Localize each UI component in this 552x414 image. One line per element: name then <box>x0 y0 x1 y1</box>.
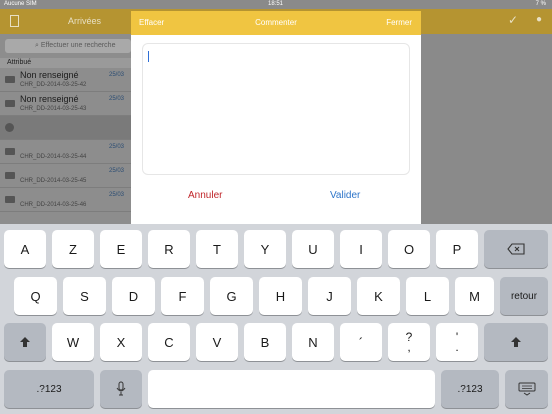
shift-arrow-icon <box>511 337 521 347</box>
comment-textarea[interactable] <box>142 43 410 175</box>
app-title: Arrivées <box>68 16 102 26</box>
vehicle-icon <box>5 172 15 179</box>
key-x[interactable]: X <box>100 323 142 361</box>
numbers-key[interactable]: .?123 <box>4 370 94 408</box>
key-v[interactable]: V <box>196 323 238 361</box>
status-bar: Aucune SIM 18:51 7 % <box>0 0 552 9</box>
key-w[interactable]: W <box>52 323 94 361</box>
key-h[interactable]: H <box>259 277 302 315</box>
list-item-subtitle: CHR_DD-2014-03-25-43 <box>20 106 87 112</box>
key-s[interactable]: S <box>63 277 106 315</box>
list-item-subtitle: CHR_DD-2014-03-25-45 <box>20 178 87 184</box>
arrivals-list: ⌕ Effectuer une recherche Attribué Non r… <box>0 34 135 234</box>
key-apostrophe-period[interactable]: ' . <box>436 323 478 361</box>
backspace-icon <box>507 243 525 255</box>
document-icon[interactable] <box>10 15 19 27</box>
key-m[interactable]: M <box>455 277 494 315</box>
comment-dialog: Effacer Commenter Fermer Annuler Valider <box>131 11 421 225</box>
key-q[interactable]: Q <box>14 277 57 315</box>
shift-key-right[interactable] <box>484 323 548 361</box>
clock: 18:51 <box>268 1 284 7</box>
key-a[interactable]: A <box>4 230 46 268</box>
key-acute-accent[interactable]: ´ <box>340 323 382 361</box>
key-z[interactable]: Z <box>52 230 94 268</box>
backspace-key[interactable] <box>484 230 548 268</box>
list-item-date: 25/03 <box>109 72 125 78</box>
key-e[interactable]: E <box>100 230 142 268</box>
list-item[interactable]: CHR_DD-2014-03-25-44 25/03 <box>0 140 135 164</box>
key-period: . <box>455 340 459 354</box>
key-p[interactable]: P <box>436 230 478 268</box>
key-j[interactable]: J <box>308 277 351 315</box>
battery-level: 7 % <box>535 1 546 7</box>
dictation-key[interactable] <box>100 370 142 408</box>
dialog-title: Commenter <box>255 18 297 27</box>
list-item-title: Non renseigné <box>20 94 79 104</box>
search-placeholder: Effectuer une recherche <box>40 42 116 49</box>
list-item-date: 25/03 <box>109 96 125 102</box>
list-item-subtitle: CHR_DD-2014-03-25-44 <box>20 154 87 160</box>
validate-button[interactable]: Valider <box>330 190 360 201</box>
return-key[interactable]: retour <box>500 277 548 315</box>
key-t[interactable]: T <box>196 230 238 268</box>
chat-bubble-icon[interactable]: ● <box>536 14 542 25</box>
key-r[interactable]: R <box>148 230 190 268</box>
on-screen-keyboard: A Z E R T Y U I O P Q S D F G H J K L M … <box>0 224 552 414</box>
shift-key[interactable] <box>4 323 46 361</box>
key-y[interactable]: Y <box>244 230 286 268</box>
list-item[interactable]: CHR_DD-2014-03-25-45 25/03 <box>0 164 135 188</box>
key-k[interactable]: K <box>357 277 400 315</box>
key-c[interactable]: C <box>148 323 190 361</box>
list-item[interactable]: CHR_DD-2014-03-25-46 25/03 <box>0 188 135 212</box>
hide-keyboard-key[interactable] <box>505 370 548 408</box>
key-question-comma[interactable]: ? , <box>388 323 430 361</box>
vehicle-icon <box>5 148 15 155</box>
list-item-title: Non renseigné <box>20 70 79 80</box>
list-item-date: 25/03 <box>109 168 125 174</box>
key-comma: , <box>407 340 411 354</box>
key-d[interactable]: D <box>112 277 155 315</box>
list-item-date: 25/03 <box>109 192 125 198</box>
search-input[interactable]: ⌕ Effectuer une recherche <box>5 39 131 53</box>
key-g[interactable]: G <box>210 277 253 315</box>
key-i[interactable]: I <box>340 230 382 268</box>
cancel-button[interactable]: Annuler <box>188 190 222 201</box>
microphone-icon <box>116 381 126 396</box>
key-n[interactable]: N <box>292 323 334 361</box>
key-b[interactable]: B <box>244 323 286 361</box>
list-item-date: 25/03 <box>109 144 125 150</box>
checkmark-icon[interactable]: ✓ <box>508 13 518 27</box>
vehicle-icon <box>5 76 15 83</box>
key-u[interactable]: U <box>292 230 334 268</box>
list-item-selected[interactable] <box>0 116 135 140</box>
list-item[interactable]: Non renseigné CHR_DD-2014-03-25-43 25/03 <box>0 92 135 116</box>
shift-arrow-icon <box>20 337 30 347</box>
vehicle-icon <box>5 196 15 203</box>
keyboard-hide-icon <box>518 382 535 396</box>
close-button[interactable]: Fermer <box>386 18 412 27</box>
list-item-subtitle: CHR_DD-2014-03-25-42 <box>20 82 87 88</box>
dialog-header: Effacer Commenter Fermer <box>131 11 421 35</box>
key-l[interactable]: L <box>406 277 449 315</box>
space-bar[interactable] <box>148 370 435 408</box>
carrier-label: Aucune SIM <box>4 1 37 7</box>
numbers-key-right[interactable]: .?123 <box>441 370 499 408</box>
key-f[interactable]: F <box>161 277 204 315</box>
section-header: Attribué <box>0 58 135 68</box>
list-item[interactable]: Non renseigné CHR_DD-2014-03-25-42 25/03 <box>0 68 135 92</box>
gear-icon <box>5 123 14 132</box>
key-o[interactable]: O <box>388 230 430 268</box>
list-item-subtitle: CHR_DD-2014-03-25-46 <box>20 202 87 208</box>
text-caret <box>148 51 149 62</box>
vehicle-icon <box>5 100 15 107</box>
